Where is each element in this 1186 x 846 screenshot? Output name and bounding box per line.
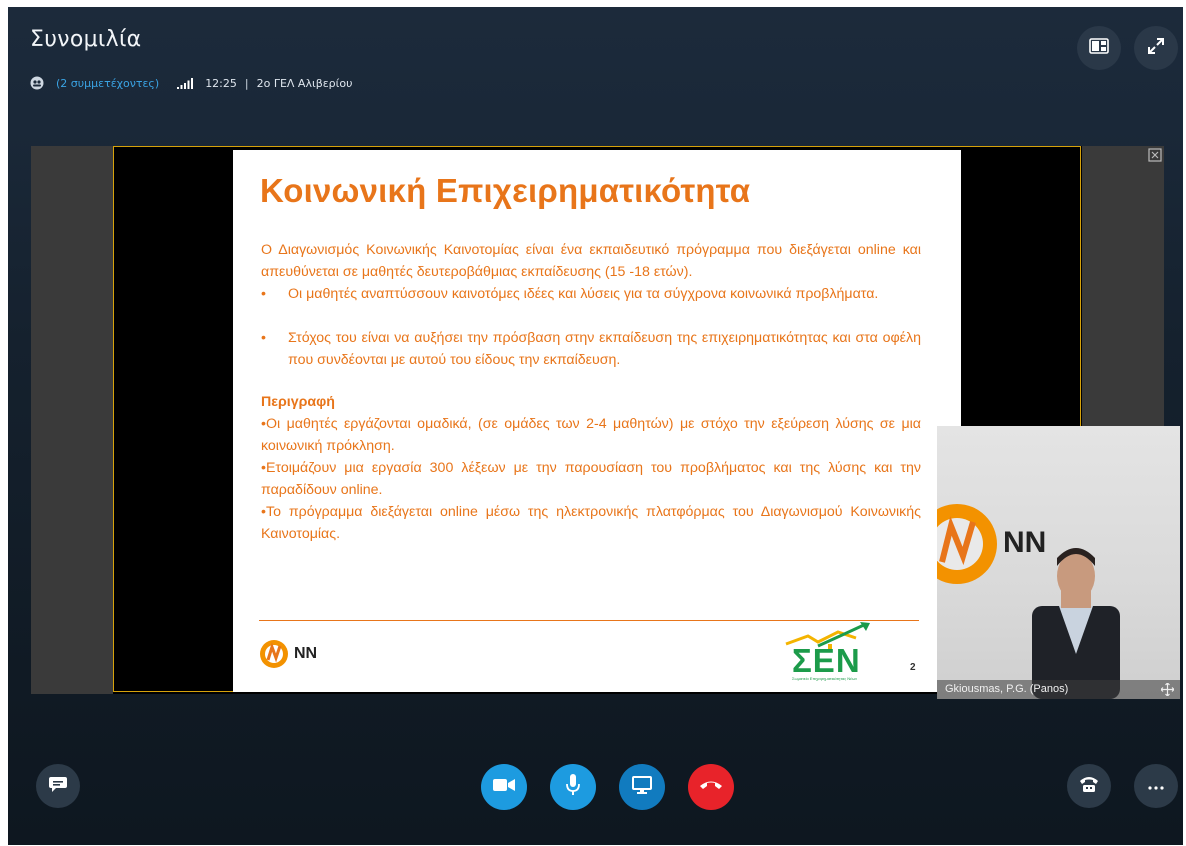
bullet-text: Οι μαθητές αναπτύσσουν καινοτόμες ιδέες … bbox=[288, 286, 879, 302]
sen-logo: ΣΕΝ Σωματείο Επιχειρηματικότητας Νέων bbox=[778, 622, 888, 684]
screen-share-button[interactable] bbox=[619, 764, 665, 810]
meeting-window: Συνομιλία (2 συμμετέχοντες) 12:25 | 2ο Γ… bbox=[8, 7, 1183, 845]
microphone-icon bbox=[565, 773, 581, 801]
call-time: 12:25 bbox=[205, 76, 237, 90]
slide-bullet: • Οι μαθητές αναπτύσσουν καινοτόμες ιδέε… bbox=[261, 283, 921, 305]
presentation-slide: Κοινωνική Επιχειρηματικότητα Ο Διαγωνισμ… bbox=[233, 150, 961, 692]
group-name: 2ο ΓΕΛ Αλιβερίου bbox=[256, 76, 353, 90]
layout-button[interactable] bbox=[1077, 26, 1121, 70]
call-controls-icon bbox=[1078, 775, 1100, 798]
participant-wall-logo: NN bbox=[1003, 526, 1047, 559]
slide-intro: Ο Διαγωνισμός Κοινωνικής Καινοτομίας είν… bbox=[261, 242, 921, 280]
nn-logo-text: NN bbox=[294, 645, 318, 662]
call-controls-button[interactable] bbox=[1067, 764, 1111, 808]
description-item: •Οι μαθητές εργάζονται ομαδικά, (σε ομάδ… bbox=[261, 416, 921, 454]
group-icon bbox=[30, 76, 44, 90]
resize-icon[interactable] bbox=[1148, 148, 1162, 162]
nn-logo-icon bbox=[260, 640, 288, 668]
hang-up-button[interactable] bbox=[688, 764, 734, 810]
hang-up-icon bbox=[699, 778, 723, 796]
video-camera-icon bbox=[493, 778, 515, 797]
sen-logo-text: ΣΕΝ bbox=[792, 642, 861, 679]
bullet-text: Στόχος του είναι να αυξήσει την πρόσβαση… bbox=[288, 330, 921, 368]
fullscreen-button[interactable] bbox=[1134, 26, 1178, 70]
sen-logo-subtitle: Σωματείο Επιχειρηματικότητας Νέων bbox=[792, 676, 858, 681]
chat-button[interactable] bbox=[36, 764, 80, 808]
window-title: Συνομιλία bbox=[30, 27, 142, 52]
more-options-button[interactable] bbox=[1134, 764, 1178, 808]
chat-icon bbox=[48, 774, 68, 799]
slide-bullet: • Στόχος του είναι να αυξήσει την πρόσβα… bbox=[261, 327, 921, 371]
participant-video[interactable]: NN Gkiousmas, P.G. (Panos) bbox=[937, 426, 1180, 699]
slide-title: Κοινωνική Επιχειρηματικότητα bbox=[260, 172, 751, 209]
fullscreen-icon bbox=[1147, 37, 1165, 60]
description-item: •Ετοιμάζουν μια εργασία 300 λέξεων με τη… bbox=[261, 460, 921, 498]
layout-icon bbox=[1089, 37, 1109, 59]
microphone-button[interactable] bbox=[550, 764, 596, 810]
bullet-mark: • bbox=[261, 330, 266, 346]
bullet-mark: • bbox=[261, 286, 266, 302]
slide-divider bbox=[259, 620, 919, 621]
move-icon[interactable] bbox=[1160, 682, 1175, 697]
stage-margin-left bbox=[31, 146, 113, 694]
screen-share-icon bbox=[632, 775, 652, 799]
meeting-info-bar: (2 συμμετέχοντες) 12:25 | 2ο ΓΕΛ Αλιβερί… bbox=[30, 75, 352, 91]
more-options-icon bbox=[1148, 777, 1164, 795]
slide-body: Ο Διαγωνισμός Κοινωνικής Καινοτομίας είν… bbox=[261, 239, 921, 545]
description-item: •Το πρόγραμμα διεξάγεται online μέσω της… bbox=[261, 504, 921, 542]
slide-page-number: 2 bbox=[910, 662, 916, 673]
nn-logo: NN bbox=[259, 639, 317, 669]
participant-name: Gkiousmas, P.G. (Panos) bbox=[937, 680, 1180, 699]
participant-video-frame bbox=[937, 504, 1120, 699]
participants-link[interactable]: (2 συμμετέχοντες) bbox=[56, 77, 159, 90]
description-heading: Περιγραφή bbox=[261, 394, 335, 410]
video-button[interactable] bbox=[481, 764, 527, 810]
signal-strength-icon bbox=[177, 77, 194, 89]
separator: | bbox=[244, 76, 249, 90]
